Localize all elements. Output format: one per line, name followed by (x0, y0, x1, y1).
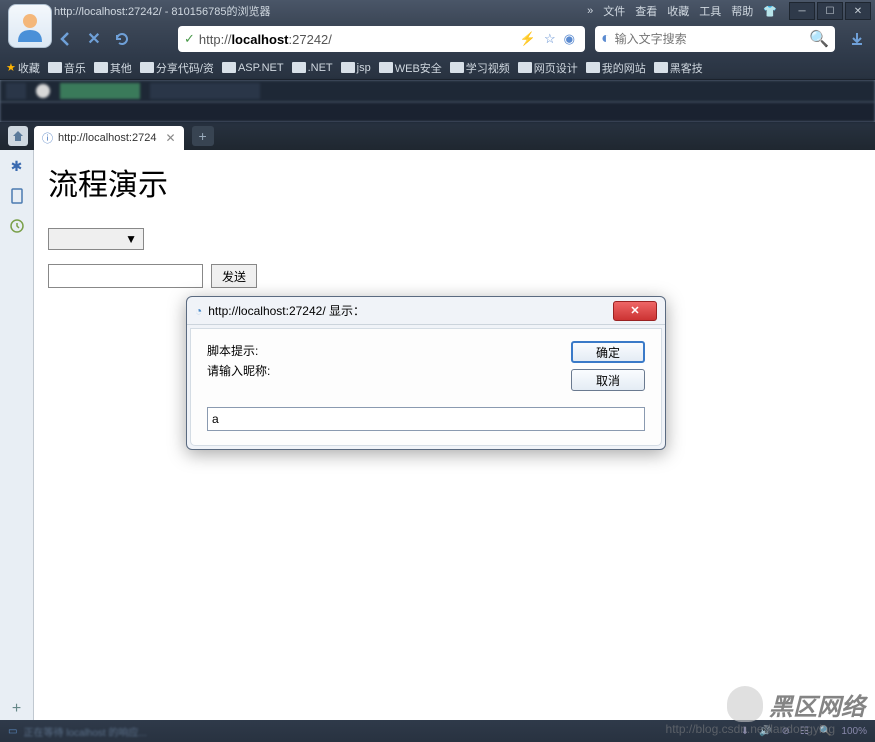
sidebar-mobile-icon[interactable] (9, 188, 25, 204)
dialog-ok-button[interactable]: 确定 (571, 341, 645, 363)
bookmark-item[interactable]: 分享代码/资 (140, 60, 214, 76)
bookmark-item[interactable]: 其他 (94, 60, 132, 76)
js-prompt-dialog: ◔ http://localhost:27242/ 显示： ✕ 脚本提示: 请输… (186, 296, 666, 450)
tab-favicon: ⓘ (42, 130, 53, 146)
search-input[interactable] (615, 32, 809, 46)
download-icon[interactable] (849, 31, 865, 47)
maximize-button[interactable]: ☐ (817, 2, 843, 20)
bookmark-item[interactable]: 我的网站 (586, 60, 646, 76)
dialog-close-button[interactable]: ✕ (613, 301, 657, 321)
shield-icon: ✓ (184, 31, 195, 47)
status-zoom-value: 100% (841, 726, 867, 737)
bookmark-item[interactable]: .NET (292, 62, 333, 74)
star-icon[interactable]: ☆ (544, 31, 556, 47)
address-bar[interactable]: ✓ http://localhost:27242/ ⚡ ☆ ◉ (178, 26, 585, 52)
sidebar-star-icon[interactable]: ✱ (9, 158, 25, 174)
tab-active[interactable]: ⓘ http://localhost:2724 ✕ (34, 126, 184, 150)
status-download-icon[interactable]: ⬇ (741, 726, 749, 737)
new-tab-button[interactable]: + (192, 126, 214, 146)
home-button[interactable] (8, 126, 28, 146)
menu-help[interactable]: 帮助 (731, 3, 753, 19)
stop-button[interactable]: ✕ (82, 27, 106, 51)
search-box[interactable]: ◐ 🔍 (595, 26, 835, 52)
search-icon[interactable]: 🔍 (809, 29, 829, 49)
dialog-favicon: ◔ (195, 304, 202, 318)
menu-file[interactable]: 文件 (603, 3, 625, 19)
bookmark-fav[interactable]: ★收藏 (6, 60, 40, 76)
status-block-icon[interactable]: ⊘ (782, 726, 790, 737)
window-title: http://localhost:27242/ - 810156785的浏览器 (54, 3, 587, 19)
status-icon: ▭ (8, 726, 17, 737)
dropdown-select[interactable]: ▼ (48, 228, 144, 250)
close-window-button[interactable]: ✕ (845, 2, 871, 20)
sidebar-history-icon[interactable] (9, 218, 25, 234)
bookmark-item[interactable]: 黑客技 (654, 60, 703, 76)
status-text: 正在等待 localhost 的响应... (23, 724, 146, 739)
bookmark-item[interactable]: WEB安全 (379, 60, 442, 76)
tab-strip: ⓘ http://localhost:2724 ✕ + (0, 122, 875, 150)
window-controls: ─ ☐ ✕ (787, 2, 871, 20)
menu-arrow[interactable]: » (587, 5, 593, 17)
bookmark-bar: ★收藏 音乐 其他 分享代码/资 ASP.NET .NET jsp WEB安全 … (0, 56, 875, 80)
sidebar: ✱ + (0, 150, 34, 726)
minimize-button[interactable]: ─ (789, 2, 815, 20)
titlebar: http://localhost:27242/ - 810156785的浏览器 … (0, 0, 875, 22)
bookmark-item[interactable]: ASP.NET (222, 62, 284, 74)
status-sound-icon[interactable]: 🔊 (759, 726, 771, 737)
sidebar-add-icon[interactable]: + (12, 700, 21, 718)
dialog-titlebar: ◔ http://localhost:27242/ 显示： ✕ (187, 297, 665, 325)
status-zoom-out-icon[interactable]: 🔍 (819, 726, 831, 737)
dialog-message: 脚本提示: 请输入昵称: (207, 341, 571, 391)
skin-icon[interactable]: 👕 (763, 5, 777, 18)
tab-close-icon[interactable]: ✕ (165, 131, 175, 145)
status-split-icon[interactable]: ☷ (800, 726, 809, 737)
lightning-icon[interactable]: ⚡ (520, 31, 536, 47)
url-text: http://localhost:27242/ (199, 32, 516, 47)
dialog-title-text: http://localhost:27242/ 显示： (208, 302, 365, 319)
dialog-cancel-button[interactable]: 取消 (571, 369, 645, 391)
avatar[interactable] (8, 4, 52, 48)
menu-tools[interactable]: 工具 (699, 3, 721, 19)
send-button[interactable]: 发送 (211, 264, 257, 288)
background-ide-strip (0, 80, 875, 102)
menu-favorites[interactable]: 收藏 (667, 3, 689, 19)
bookmark-item[interactable]: 网页设计 (518, 60, 578, 76)
bookmark-item[interactable]: jsp (341, 62, 371, 74)
status-bar: ▭ 正在等待 localhost 的响应... ⬇ 🔊 ⊘ ☷ 🔍 100% (0, 720, 875, 742)
tab-label: http://localhost:2724 (58, 132, 156, 144)
nav-toolbar: ✕ ✓ http://localhost:27242/ ⚡ ☆ ◉ ◐ 🔍 (0, 22, 875, 56)
search-engine-icon[interactable]: ◐ (601, 30, 611, 48)
bookmark-item[interactable]: 学习视频 (450, 60, 510, 76)
page-title: 流程演示 (48, 160, 861, 204)
main-menu: » 文件 查看 收藏 工具 帮助 👕 (587, 3, 777, 19)
dialog-prompt-input[interactable] (207, 407, 645, 431)
back-button[interactable] (54, 27, 78, 51)
dialog-body: 脚本提示: 请输入昵称: 确定 取消 (190, 328, 662, 446)
bookmark-item[interactable]: 音乐 (48, 60, 86, 76)
compass-icon[interactable]: ◉ (564, 31, 575, 47)
menu-view[interactable]: 查看 (635, 3, 657, 19)
reload-button[interactable] (110, 27, 134, 51)
message-input[interactable] (48, 264, 203, 288)
background-ide-strip2 (0, 102, 875, 122)
